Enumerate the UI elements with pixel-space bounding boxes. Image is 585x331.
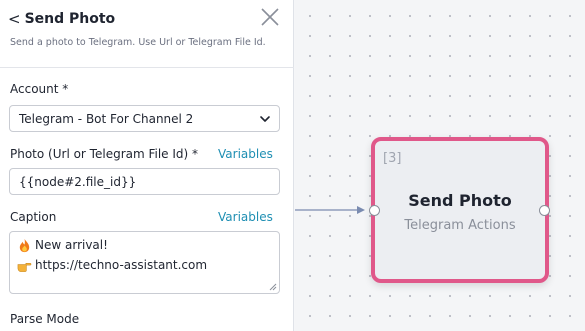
caption-textarea[interactable]: New arrival! https://techno-assistant.co… — [9, 231, 280, 294]
account-select-value: Telegram - Bot For Channel 2 — [19, 111, 194, 126]
resize-handle-icon[interactable] — [269, 283, 277, 291]
chevron-down-icon — [260, 116, 270, 122]
caption-line: New arrival! — [17, 235, 272, 255]
pointing-hand-emoji-icon — [17, 262, 32, 272]
node-output-port[interactable] — [539, 205, 550, 216]
node-index: [3] — [383, 151, 402, 166]
account-select[interactable]: Telegram - Bot For Channel 2 — [9, 105, 280, 132]
photo-input[interactable]: {{node#2.file_id}} — [9, 168, 280, 195]
panel-header: < Send Photo Send a photo to Telegram. U… — [0, 0, 294, 68]
caption-line-text: https://techno-assistant.com — [35, 258, 208, 272]
chevron-left-icon: < — [8, 9, 21, 28]
panel-title: Send Photo — [24, 11, 116, 27]
caption-label: Caption — [10, 210, 57, 224]
parse-mode-label: Parse Mode — [10, 312, 80, 326]
node-input-port[interactable] — [369, 205, 380, 216]
node-category: Telegram Actions — [404, 218, 516, 233]
photo-variables-link[interactable]: Variables — [218, 147, 273, 161]
caption-variables-link[interactable]: Variables — [218, 210, 273, 224]
close-icon — [261, 8, 279, 26]
workflow-node-send-photo[interactable]: [3] Send Photo Telegram Actions — [371, 137, 549, 283]
photo-label: Photo (Url or Telegram File Id) * — [10, 147, 199, 161]
node-settings-panel: < Send Photo Send a photo to Telegram. U… — [0, 0, 294, 331]
back-button[interactable]: < Send Photo — [8, 8, 115, 30]
caption-line: https://techno-assistant.com — [17, 255, 272, 275]
account-label: Account * — [10, 82, 69, 96]
close-button[interactable] — [259, 6, 281, 28]
photo-input-value: {{node#2.file_id}} — [19, 174, 137, 189]
connection-edge — [295, 206, 365, 214]
caption-line-text: New arrival! — [35, 238, 108, 252]
node-title: Send Photo — [408, 191, 512, 210]
fire-emoji-icon — [19, 238, 30, 252]
panel-description: Send a photo to Telegram. Use Url or Tel… — [10, 37, 266, 48]
